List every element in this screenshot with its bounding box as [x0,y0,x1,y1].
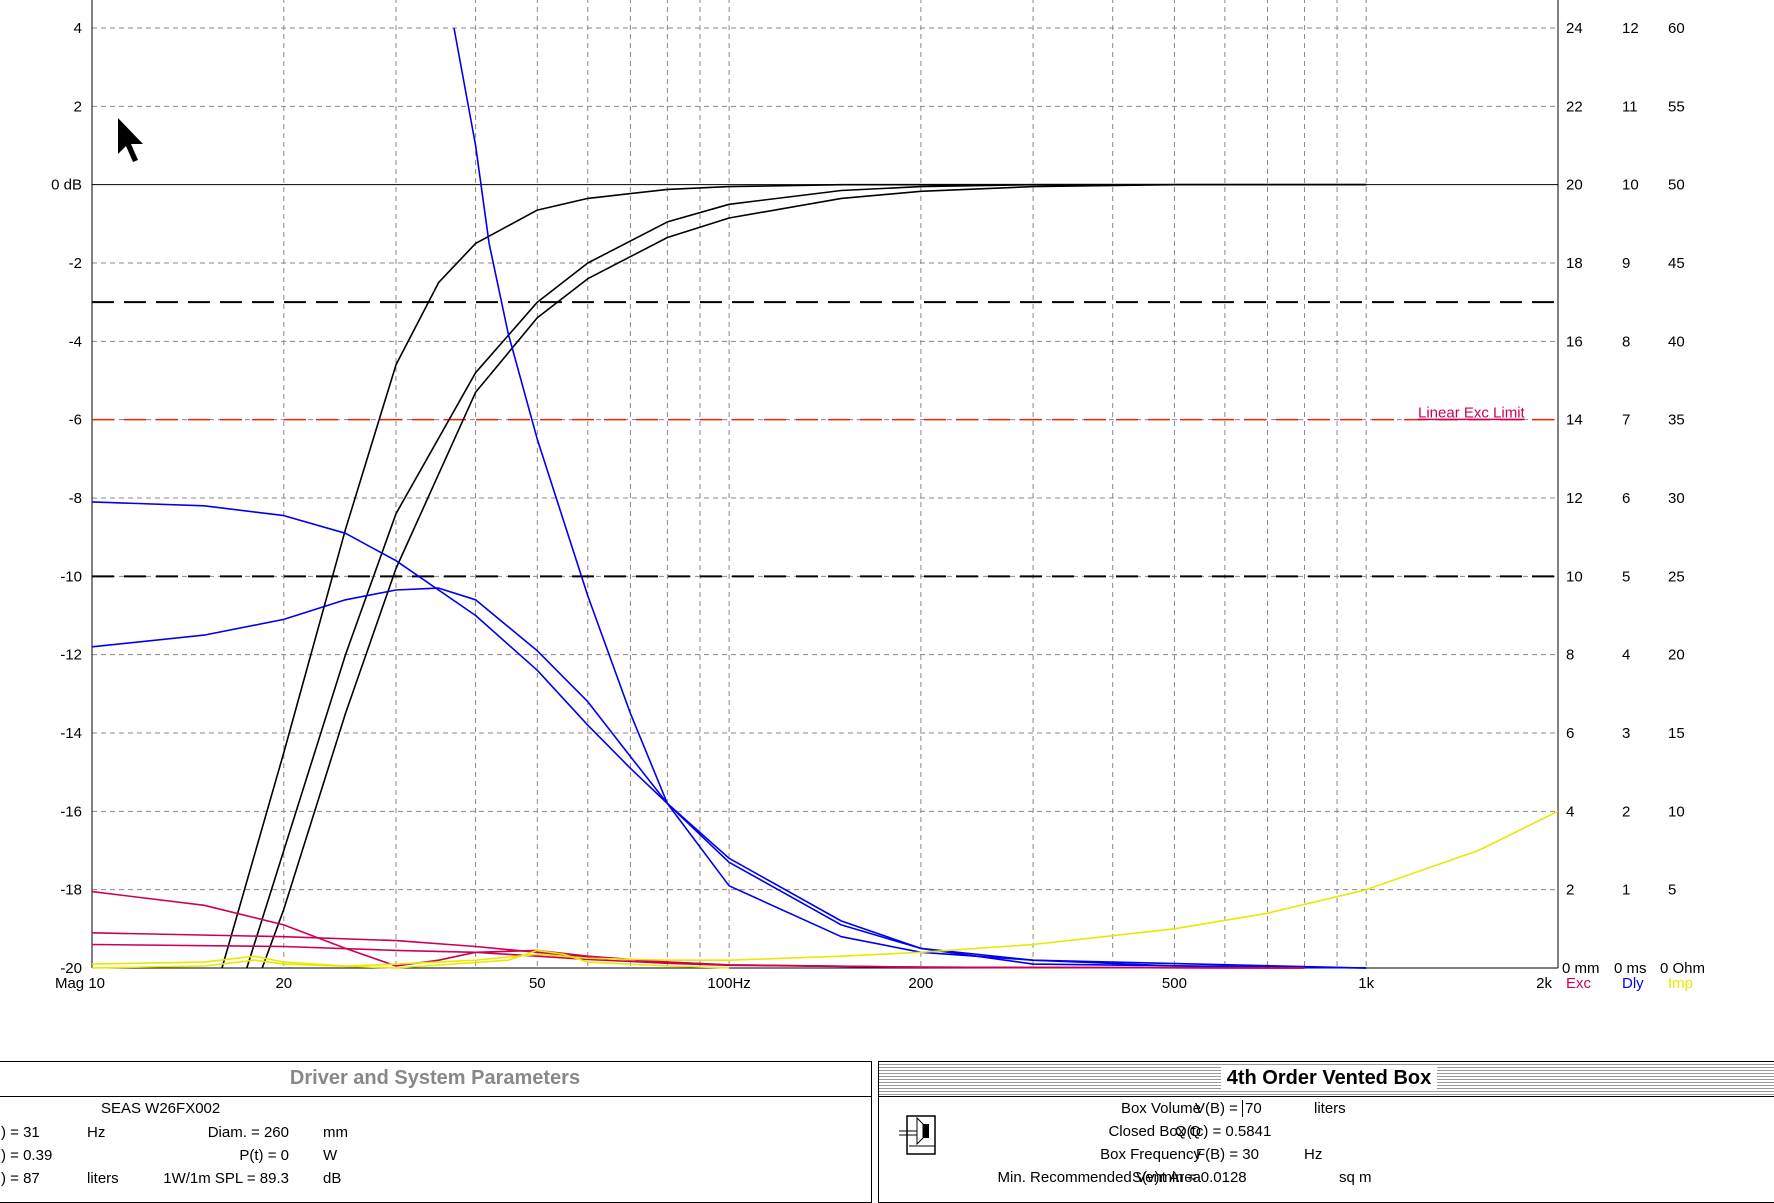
imp-axis-tick-label: 25 [1668,568,1685,585]
exc-axis-tick-label: 14 [1566,412,1583,429]
impedance-curve [92,810,1558,967]
box-volume-input[interactable]: 70 [1242,1100,1285,1117]
dly-axis-tick-label: 1 [1622,882,1630,899]
exc-axis-tick-label: 20 [1566,177,1583,194]
box-param-symbol: S(v)min = 0.0128 [1132,1169,1247,1186]
dly-axis-tick-label: 10 [1622,177,1639,194]
imp-axis-tick-label: 55 [1668,98,1685,115]
driver-panel-title: Driver and System Parameters [0,1062,871,1097]
dly-axis-tick-label: 12 [1622,20,1639,37]
box-param-label: Box Volume [1120,1100,1201,1117]
driver-param-col1: ) = 0.39 [1,1147,53,1164]
exc-axis-tick-label: 8 [1566,647,1574,664]
dly-axis-tick-label: 3 [1622,725,1630,742]
driver-param-col1: ) = 31 [1,1124,40,1141]
y-tick-label: -16 [60,803,82,820]
driver-param-col1-unit: Hz [87,1124,106,1141]
imp-axis-name: Imp [1668,975,1693,992]
y-tick-label: -14 [60,725,82,742]
driver-param-col2-unit: mm [323,1124,348,1141]
driver-param-col2: P(t) = 0 [239,1147,289,1164]
y-tick-label: -6 [69,412,82,429]
driver-parameters-panel: Driver and System Parameters SEAS W26FX0… [0,1061,872,1203]
dly-axis-tick-label: 2 [1622,803,1630,820]
exc-axis-tick-label: 22 [1566,98,1583,115]
box-param-symbol: V(B) = [1195,1100,1238,1117]
imp-axis-tick-label: 30 [1668,490,1685,507]
exc-axis-tick-label: 16 [1566,333,1583,350]
y-tick-label: -4 [69,333,82,350]
y-tick-label: 0 dB [51,177,82,194]
imp-axis-tick-label: 50 [1668,177,1685,194]
dly-axis-tick-label: 11 [1622,98,1638,115]
box-panel-title: 4th Order Vented Box [1220,1067,1438,1089]
y-tick-label: 2 [74,98,82,115]
x-tick-label: 200 [908,975,933,992]
driver-param-col1: ) = 87 [1,1170,40,1187]
dly-axis-tick-label: 9 [1622,255,1630,272]
exc-axis-tick-label: 4 [1566,803,1574,820]
box-param-unit: Hz [1304,1146,1323,1163]
box-param-unit: liters [1314,1100,1346,1117]
imp-axis-tick-label: 15 [1668,725,1685,742]
box-param-label: Closed Box Q [1108,1123,1201,1140]
box-param-label: Box Frequency [1100,1146,1201,1163]
dly-axis-tick-label: 8 [1622,333,1630,350]
frequency-response-chart: Linear Exc Limit 4 2 0 dB -2 -4 -6 -8 -10 -12 -14 -… [51,0,1705,992]
imp-axis-tick-label: 5 [1668,882,1676,899]
x-tick-label: 20 [275,975,292,992]
driver-param-col1-unit: liters [87,1170,119,1187]
exc-axis-tick-label: 24 [1566,20,1583,37]
y-tick-label: -2 [69,255,82,272]
y-tick-label: -18 [60,882,82,899]
driver-param-col2: Diam. = 260 [207,1124,289,1141]
exc-axis-tick-label: 6 [1566,725,1574,742]
linear-exc-limit-label: Linear Exc Limit [1418,405,1526,422]
driver-param-col2-unit: dB [323,1170,342,1187]
imp-axis-tick-label: 45 [1668,255,1685,272]
exc-axis-tick-label: 2 [1566,882,1574,899]
box-param-symbol: F(B) = 30 [1196,1146,1259,1163]
imp-axis-tick-label: 40 [1668,333,1685,350]
dly-axis-name: Dly [1622,975,1644,992]
x-tick-label: 2k [1536,975,1552,992]
arrow-cursor-icon [118,118,143,162]
box-param-symbol: Q(tc) = 0.5841 [1175,1123,1272,1140]
excursion-curve [92,890,1305,969]
driver-param-col2: 1W/1m SPL = 89.3 [163,1170,289,1187]
imp-axis-tick-label: 20 [1668,647,1685,664]
dly-axis-tick-label: 7 [1622,412,1630,429]
imp-axis-tick-label: 10 [1668,803,1685,820]
vented-box-panel: 4th Order Vented Box Box Volume V(B) = 70 l… [878,1061,1774,1203]
x-tick-label: 1k [1358,975,1374,992]
exc-axis-tick-label: 12 [1566,490,1583,507]
exc-axis-tick-label: 10 [1566,568,1583,585]
x-tick-label: 500 [1162,975,1187,992]
box-volume-field[interactable]: 70 [1242,1100,1285,1117]
exc-axis-tick-label: 18 [1566,255,1583,272]
y-tick-label: -10 [60,568,82,585]
driver-param-col2-unit: W [323,1147,338,1164]
imp-axis-tick-label: 35 [1668,412,1685,429]
dly-axis-tick-label: 4 [1622,647,1630,664]
box-panel-title-bar[interactable]: 4th Order Vented Box [879,1062,1774,1097]
driver-name: SEAS W26FX002 [101,1100,221,1117]
imp-axis-tick-label: 60 [1668,20,1685,37]
x-tick-label: Mag 10 [55,975,105,992]
x-tick-label: 100Hz [707,975,750,992]
y-tick-label: -12 [60,647,82,664]
y-tick-label: 4 [74,20,82,37]
y-tick-label: -8 [69,490,82,507]
box-param-unit: sq m [1339,1169,1372,1186]
dly-axis-tick-label: 5 [1622,568,1630,585]
x-tick-label: 50 [529,975,546,992]
dly-axis-tick-label: 6 [1622,490,1630,507]
exc-axis-name: Exc [1566,975,1592,992]
